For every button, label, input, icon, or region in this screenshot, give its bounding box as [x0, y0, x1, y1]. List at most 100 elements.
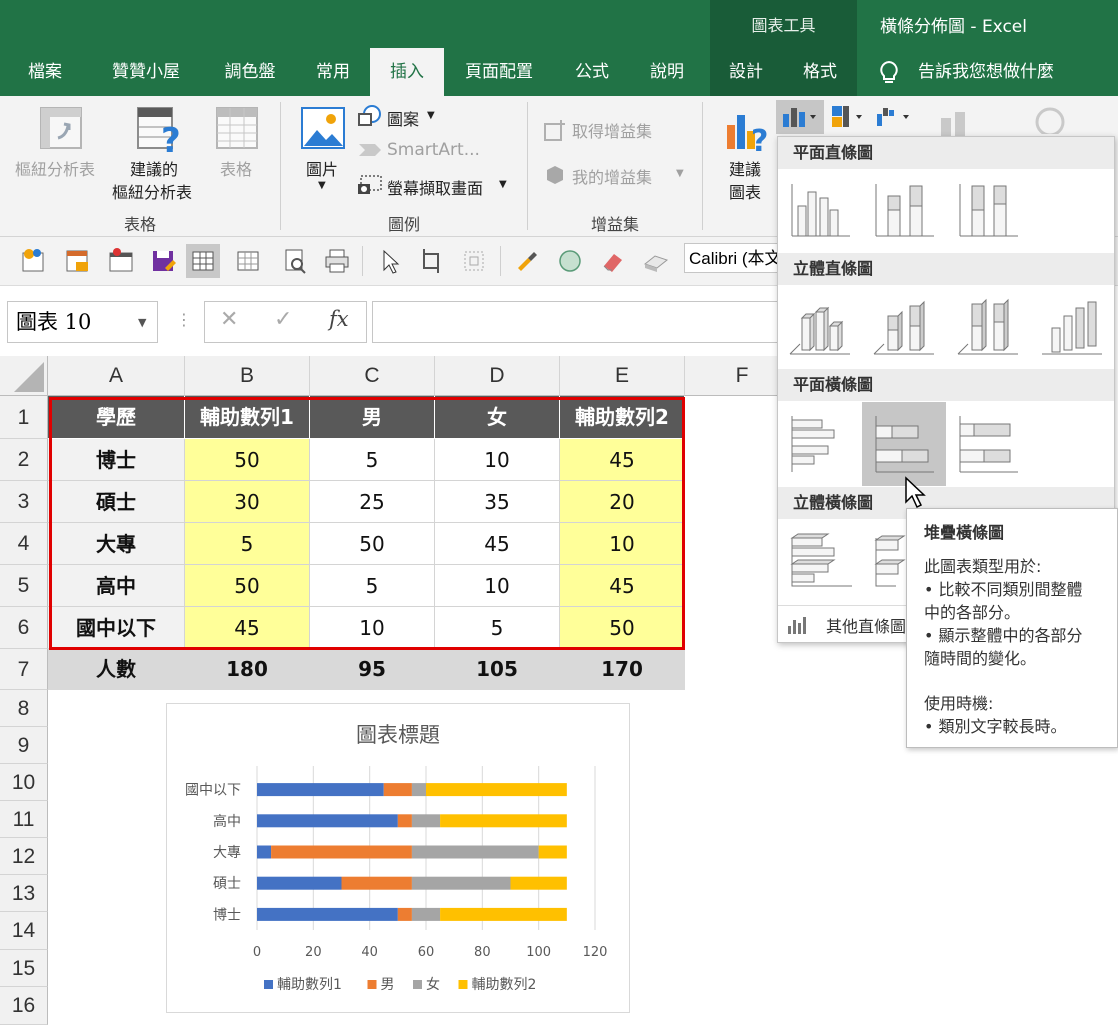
cell[interactable]: 105 [435, 649, 560, 690]
tab-format[interactable]: 格式 [784, 48, 856, 96]
store-icon[interactable] [543, 118, 567, 142]
tab-page-layout[interactable]: 頁面配置 [444, 48, 554, 96]
cell[interactable]: 10 [435, 565, 560, 607]
my-addins-dropdown-icon[interactable]: ▼ [676, 168, 684, 179]
clear-format-icon[interactable] [639, 244, 673, 278]
calendar-icon[interactable] [104, 244, 138, 278]
cell[interactable]: 高中 [48, 565, 185, 607]
get-addins-label[interactable]: 取得增益集 [572, 118, 652, 142]
smartart-icon[interactable] [357, 140, 383, 160]
3d-stacked-column-icon[interactable] [862, 286, 946, 370]
smartart-label[interactable]: SmartArt... [387, 140, 480, 160]
tab-insert[interactable]: 插入 [370, 48, 444, 96]
cell[interactable]: 45 [435, 523, 560, 565]
row-header[interactable]: 10 [0, 764, 48, 801]
tell-me-search[interactable]: 告訴我您想做什麼 [918, 48, 1054, 96]
tab-design[interactable]: 設計 [710, 48, 782, 96]
cell[interactable]: 45 [560, 565, 685, 607]
cell[interactable]: 10 [435, 439, 560, 481]
cell[interactable]: 5 [310, 439, 435, 481]
cell[interactable]: 女 [435, 396, 560, 439]
3d-100-stacked-column-icon[interactable] [946, 286, 1030, 370]
row-header[interactable]: 1 [0, 396, 48, 439]
cell[interactable]: 輔助數列2 [560, 396, 685, 439]
cell[interactable]: 50 [310, 523, 435, 565]
cell[interactable]: 10 [560, 523, 685, 565]
row-header[interactable]: 15 [0, 950, 48, 987]
row-header[interactable]: 5 [0, 565, 48, 607]
stacked-bar-option[interactable] [862, 402, 946, 486]
row-header[interactable]: 11 [0, 801, 48, 838]
shape-fill-icon[interactable] [553, 244, 587, 278]
row-header[interactable]: 13 [0, 875, 48, 912]
column-header[interactable]: E [560, 356, 685, 396]
3d-clustered-column-icon[interactable] [778, 286, 862, 370]
cell[interactable]: 10 [310, 607, 435, 649]
table-icon[interactable] [215, 105, 259, 151]
cell[interactable]: 學歷 [48, 396, 185, 439]
100-stacked-column-icon[interactable] [946, 170, 1030, 254]
cell[interactable]: 95 [310, 649, 435, 690]
recommended-pivot-icon[interactable]: ? [135, 105, 185, 155]
print-preview-icon[interactable] [278, 244, 312, 278]
form-icon[interactable] [61, 244, 95, 278]
cell[interactable]: 45 [185, 607, 310, 649]
cell[interactable]: 20 [560, 481, 685, 523]
row-header[interactable]: 3 [0, 481, 48, 523]
pictures-label[interactable]: 圖片 [306, 156, 338, 180]
borders-icon[interactable] [231, 244, 265, 278]
clustered-column-icon[interactable] [778, 170, 862, 254]
formula-bar-grip-icon[interactable]: ⋮ [176, 310, 192, 329]
hierarchy-chart-icon[interactable] [828, 100, 870, 134]
recommended-charts-label-1[interactable]: 建議 [729, 156, 761, 180]
shapes-label[interactable]: 圖案 [387, 106, 419, 130]
column-chart-dropdown-button[interactable] [776, 100, 824, 134]
row-header[interactable]: 7 [0, 649, 48, 690]
cell[interactable]: 5 [310, 565, 435, 607]
name-box[interactable]: 圖表 10 [7, 301, 158, 343]
100-stacked-bar-icon[interactable] [946, 402, 1030, 486]
column-header[interactable]: D [435, 356, 560, 396]
save-as-icon[interactable] [147, 244, 181, 278]
select-pointer-icon[interactable] [372, 244, 406, 278]
3d-column-icon[interactable] [1030, 286, 1114, 370]
cell[interactable]: 碩士 [48, 481, 185, 523]
chart-object[interactable]: 圖表標題 0 20 40 60 80 100 120 博士 碩士 大專 高中 國中以下 輔助數列1 男 女 輔助… [166, 703, 630, 1013]
3d-clustered-bar-icon[interactable] [778, 520, 862, 604]
recommended-charts-label-2[interactable]: 圖表 [729, 179, 761, 203]
row-header[interactable]: 14 [0, 912, 48, 950]
cell[interactable]: 170 [560, 649, 685, 690]
gridlines-icon[interactable] [186, 244, 220, 278]
eraser-icon[interactable] [596, 244, 630, 278]
font-name-box[interactable]: Calibri (本文 [684, 243, 780, 273]
screenshot-label[interactable]: 螢幕擷取畫面 [387, 175, 483, 199]
waterfall-chart-icon[interactable] [873, 100, 917, 134]
table-label[interactable]: 表格 [220, 156, 252, 180]
row-header[interactable]: 9 [0, 727, 48, 764]
pivot-chart-icon[interactable] [935, 110, 979, 136]
cell[interactable]: 45 [560, 439, 685, 481]
paste-format-icon[interactable] [17, 244, 51, 278]
print-icon[interactable] [320, 244, 354, 278]
select-objects-icon[interactable] [457, 244, 491, 278]
row-header[interactable]: 4 [0, 523, 48, 565]
my-addins-icon[interactable] [543, 164, 567, 186]
tab-file[interactable]: 檔案 [0, 48, 90, 96]
cell[interactable]: 輔助數列1 [185, 396, 310, 439]
column-header[interactable]: A [48, 356, 185, 396]
screenshot-dropdown-icon[interactable]: ▼ [499, 179, 507, 190]
cell[interactable]: 國中以下 [48, 607, 185, 649]
column-header[interactable]: B [185, 356, 310, 396]
recommended-charts-icon[interactable]: ? [723, 105, 773, 155]
shapes-dropdown-icon[interactable]: ▼ [427, 110, 435, 121]
3d-map-icon[interactable] [1028, 104, 1072, 134]
tab-home[interactable]: 常用 [298, 48, 368, 96]
clustered-bar-icon[interactable] [778, 402, 862, 486]
cell[interactable]: 人數 [48, 649, 185, 690]
column-header[interactable]: C [310, 356, 435, 396]
tab-help[interactable]: 說明 [630, 48, 704, 96]
enter-icon[interactable]: ✓ [274, 307, 292, 332]
lightbulb-icon[interactable] [878, 60, 900, 86]
cell[interactable]: 5 [435, 607, 560, 649]
recommended-pivot-label-2[interactable]: 樞紐分析表 [112, 179, 192, 203]
